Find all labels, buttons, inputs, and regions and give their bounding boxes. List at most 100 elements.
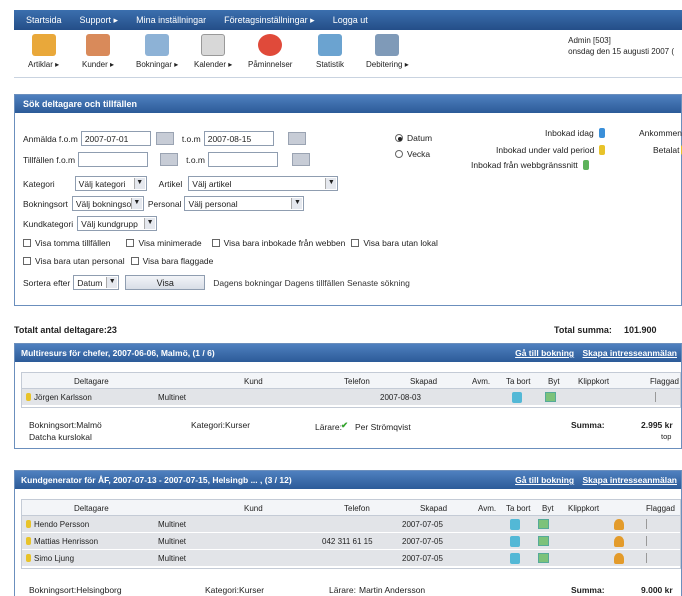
nav-support[interactable]: Support ▸ <box>80 15 119 26</box>
chevron-down-icon: ▼ <box>130 198 142 209</box>
swap-icon[interactable] <box>545 392 556 402</box>
calendar-button-icon[interactable] <box>160 153 179 166</box>
col-flaggad: Flaggad <box>646 504 675 513</box>
col-byt: Byt <box>542 504 554 513</box>
personal-select[interactable]: Välj personal ▼ <box>184 196 305 211</box>
swap-icon[interactable] <box>538 553 549 563</box>
checkbox-visa-utan-lokal-label: Visa bara utan lokal <box>363 238 438 248</box>
tillfallen-from-input[interactable] <box>78 152 149 167</box>
top-navigation: Startsida Support ▸ Mina inställningar F… <box>14 10 682 30</box>
toolbar-statistik[interactable]: Statistik <box>316 34 344 69</box>
bokningsort-select[interactable]: Välj bokningsort ▼ <box>71 196 144 211</box>
radio-datum-label: Datum <box>407 133 433 143</box>
ga-till-bokning-link[interactable]: Gå till bokning <box>515 475 574 485</box>
radio-datum[interactable]: Datum <box>395 133 432 143</box>
nav-mina-installningar[interactable]: Mina inställningar <box>136 15 206 25</box>
trash-icon[interactable] <box>510 553 520 564</box>
chevron-down-icon: ▼ <box>325 178 337 189</box>
person-icon[interactable] <box>614 553 624 564</box>
participant-skapad: 2007-07-05 <box>402 520 443 529</box>
flag-icon[interactable] <box>646 553 652 563</box>
skapa-intresseanmalan-link[interactable]: Skapa intresseanmälan <box>583 475 678 485</box>
radio-vecka-label: Vecka <box>407 149 431 159</box>
personal-value: Välj personal <box>188 199 238 209</box>
participant-name[interactable]: Mattias Henrisson <box>26 537 98 546</box>
calendar-button-icon[interactable] <box>155 132 174 145</box>
toolbar-bokningar[interactable]: Bokningar ▸ <box>136 34 178 69</box>
participant-name-text: Simo Ljung <box>34 554 75 563</box>
trash-icon[interactable] <box>512 392 522 403</box>
yellow-pin-icon <box>599 145 606 155</box>
flag-icon[interactable] <box>646 536 652 546</box>
radio-vecka[interactable]: Vecka <box>395 149 430 159</box>
trash-icon[interactable] <box>510 519 520 530</box>
participant-name-text: Mattias Henrisson <box>34 537 99 546</box>
bokningsort-value: Välj bokningsort <box>75 199 137 209</box>
checkbox-visa-utan-lokal[interactable] <box>351 239 360 247</box>
checkbox-visa-flaggade[interactable] <box>130 257 139 265</box>
toolbar-artiklar[interactable]: Artiklar ▸ <box>28 34 59 69</box>
artikel-select[interactable]: Välj artikel ▼ <box>188 176 339 191</box>
legend-inbokad-webb-label: Inbokad från webbgränssnitt <box>471 160 578 170</box>
chart-icon <box>318 34 342 56</box>
skapa-intresseanmalan-link[interactable]: Skapa intresseanmälan <box>583 348 678 358</box>
kategori-select[interactable]: Välj kategori ▼ <box>74 176 147 191</box>
anmalda-to-input[interactable]: 2007-08-15 <box>203 131 274 146</box>
quick-links[interactable]: Dagens bokningar Dagens tillfällen Senas… <box>213 278 410 288</box>
calendar-button-icon[interactable] <box>292 153 311 166</box>
tillfallen-to-input[interactable] <box>208 152 279 167</box>
col-kund: Kund <box>244 504 263 513</box>
checkbox-visa-tomma[interactable] <box>23 239 31 247</box>
person-icon[interactable] <box>614 536 624 547</box>
participant-name[interactable]: Simo Ljung <box>26 554 74 563</box>
flag-icon[interactable] <box>646 519 652 529</box>
booking-block-2-header: Kundgenerator för ÅF, 2007-07-13 - 2007-… <box>15 471 681 489</box>
checkbox-visa-flaggade-label: Visa bara flaggade <box>142 256 214 266</box>
toolbar-kalender[interactable]: Kalender ▸ <box>194 34 232 69</box>
participant-skapad: 2007-07-05 <box>402 537 443 546</box>
nav-startsida[interactable]: Startsida <box>26 15 62 25</box>
flag-icon[interactable] <box>655 392 661 402</box>
total-participants: Totalt antal deltagare:23 <box>14 325 117 335</box>
yellow-pin-icon <box>26 554 31 562</box>
toolbar-debitering[interactable]: Debitering ▸ <box>366 34 409 69</box>
checkbox-visa-utan-personal[interactable] <box>23 257 31 265</box>
nav-foretagsinstallningar[interactable]: Företagsinställningar ▸ <box>224 15 315 26</box>
sort-row: Sortera efter Datum ▼ Visa Dagens bokning… <box>23 275 410 290</box>
legend-inbokad-period-label: Inbokad under vald period <box>496 145 595 155</box>
legend-inbokad-idag-label: Inbokad idag <box>545 128 594 138</box>
radio-vecka-button[interactable] <box>395 150 403 158</box>
person-icon[interactable] <box>614 519 624 530</box>
calendar-button-icon[interactable] <box>287 132 306 145</box>
col-deltagare: Deltagare <box>74 377 109 386</box>
kundkategori-select[interactable]: Välj kundgrupp ▼ <box>77 216 158 231</box>
nav-logga-ut[interactable]: Logga ut <box>333 15 368 25</box>
ga-till-bokning-link[interactable]: Gå till bokning <box>515 348 574 358</box>
swap-icon[interactable] <box>538 519 549 529</box>
participant-name[interactable]: Hendo Persson <box>26 520 89 529</box>
artikel-value: Välj artikel <box>192 179 232 189</box>
participant-name-text: Hendo Persson <box>34 520 90 529</box>
table-header: Deltagare Kund Telefon Skapad Avm. Ta bo… <box>22 500 680 516</box>
checkbox-visa-webben[interactable] <box>211 239 220 247</box>
table-row: Mattias Henrisson Multinet 042 311 61 15… <box>22 533 680 550</box>
booking-block-2-links: Gå till bokning Skapa intresseanmälan <box>509 475 677 485</box>
admin-date: onsdag den 15 augusti 2007 ( <box>568 47 674 56</box>
chevron-down-icon: ▼ <box>144 218 156 229</box>
visa-button[interactable]: Visa <box>125 275 206 290</box>
toolbar-kunder[interactable]: Kunder ▸ <box>82 34 114 69</box>
swap-icon[interactable] <box>538 536 549 546</box>
yellow-pin-icon <box>26 393 31 401</box>
legend-ankommen: Ankommen <box>639 128 682 138</box>
radio-datum-button[interactable] <box>395 134 403 142</box>
larare-label: Lärare: <box>315 422 342 432</box>
trash-icon[interactable] <box>510 536 520 547</box>
checkbox-visa-minimerade[interactable] <box>126 239 135 247</box>
anmalda-from-input[interactable]: 2007-07-01 <box>80 131 151 146</box>
col-ta-bort: Ta bort <box>506 377 531 386</box>
top-link[interactable]: top <box>661 432 671 441</box>
kategori-label: Kategori <box>23 178 55 189</box>
participant-name[interactable]: Jörgen Karlsson <box>26 393 92 402</box>
toolbar-paminnelser[interactable]: Påminnelser <box>248 34 292 69</box>
sort-select[interactable]: Datum ▼ <box>73 275 120 290</box>
